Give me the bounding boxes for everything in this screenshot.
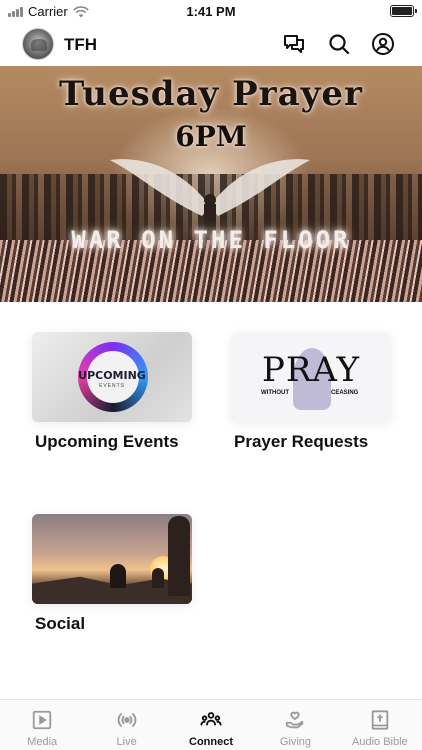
tab-label: Media bbox=[27, 736, 58, 748]
status-bar: Carrier 1:41 PM bbox=[0, 0, 422, 22]
tab-label: Audio Bible bbox=[352, 736, 408, 748]
card-label[interactable]: Upcoming Events bbox=[35, 432, 192, 452]
banner-subtitle: WAR ON THE FLOOR bbox=[71, 226, 351, 254]
hero-banner[interactable]: Tuesday Prayer 6PM WAR ON THE FLOOR bbox=[0, 66, 422, 302]
tab-media[interactable]: Media bbox=[0, 700, 84, 750]
thumb-ceasing-text: CEASING bbox=[331, 390, 359, 396]
person-silhouette bbox=[168, 516, 190, 596]
chat-icon[interactable] bbox=[282, 32, 306, 56]
upcoming-events-thumbnail[interactable]: UPCOMING EVENTS bbox=[32, 332, 192, 422]
tab-label: Connect bbox=[189, 736, 234, 748]
banner-time: 6PM bbox=[175, 120, 247, 153]
card-label[interactable]: Prayer Requests bbox=[234, 432, 391, 452]
play-square-icon bbox=[33, 710, 52, 730]
prayer-requests-thumbnail[interactable]: PRAY WITHOUT CEASING bbox=[231, 332, 391, 422]
avatar[interactable] bbox=[22, 28, 54, 60]
group-icon bbox=[200, 712, 222, 726]
app-title: TFH bbox=[64, 35, 98, 54]
bible-icon bbox=[371, 710, 389, 730]
heart-hand-icon bbox=[286, 711, 304, 729]
tab-label: Live bbox=[116, 736, 137, 748]
battery-icon bbox=[390, 5, 417, 17]
banner-title: Tuesday Prayer bbox=[59, 74, 363, 114]
account-icon[interactable] bbox=[371, 32, 395, 56]
status-time: 1:41 PM bbox=[186, 4, 236, 19]
social-thumbnail[interactable] bbox=[32, 514, 192, 604]
person-silhouette bbox=[152, 568, 164, 588]
tab-connect[interactable]: Connect bbox=[169, 700, 253, 750]
thumb-pray-text: PRAY bbox=[261, 350, 361, 390]
card-upcoming-events[interactable]: UPCOMING EVENTS Upcoming Events bbox=[32, 332, 192, 452]
app-header: TFH bbox=[0, 22, 422, 66]
card-social[interactable]: Social bbox=[32, 514, 192, 634]
thumb-upcoming-text: UPCOMING bbox=[78, 369, 146, 382]
tab-audio-bible[interactable]: Audio Bible bbox=[338, 700, 422, 750]
card-prayer-requests[interactable]: PRAY WITHOUT CEASING Prayer Requests bbox=[231, 332, 391, 452]
tab-label: Giving bbox=[279, 736, 312, 748]
tab-giving[interactable]: Giving bbox=[253, 700, 337, 750]
person-silhouette bbox=[110, 564, 126, 588]
thumb-without-text: WITHOUT bbox=[261, 390, 289, 396]
card-label[interactable]: Social bbox=[35, 614, 192, 634]
tab-bar: Media Live Connect Giving Audio Bible bbox=[0, 699, 422, 750]
tab-live[interactable]: Live bbox=[84, 700, 168, 750]
broadcast-icon bbox=[117, 713, 136, 727]
thumb-events-text: EVENTS bbox=[98, 383, 125, 389]
search-icon[interactable] bbox=[327, 32, 351, 56]
